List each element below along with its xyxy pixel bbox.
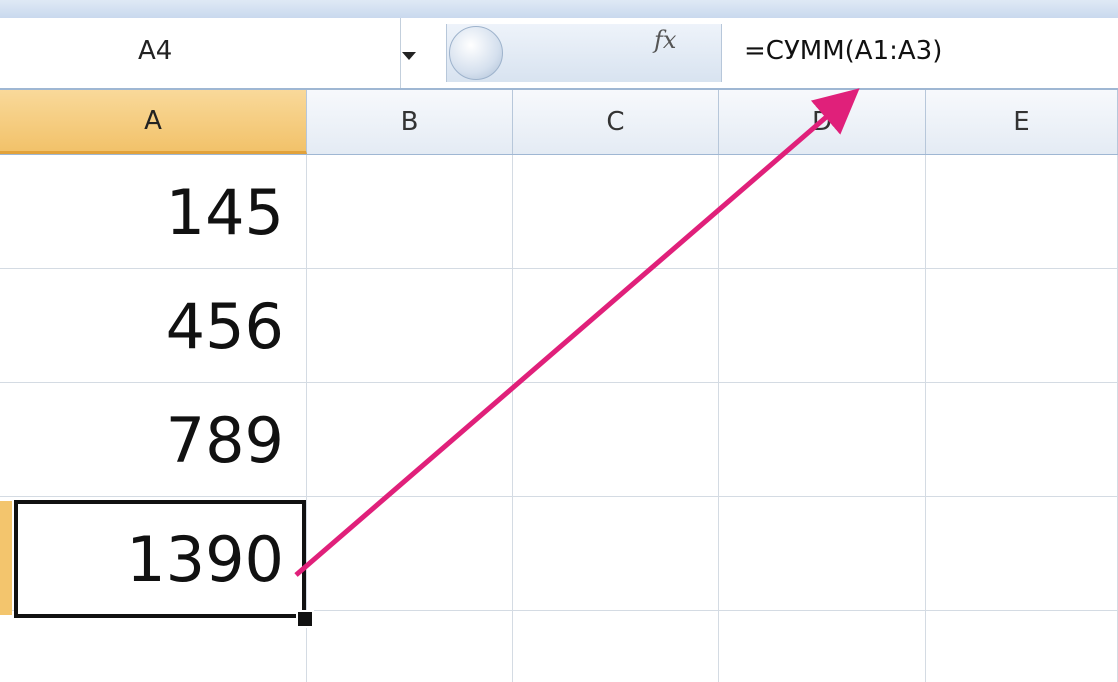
fill-handle[interactable] (296, 610, 314, 628)
column-header-d[interactable]: D (719, 90, 926, 154)
active-cell-a4[interactable]: 1390 (14, 500, 306, 618)
table-row: 456 (0, 269, 1118, 383)
name-box[interactable]: A4 (0, 18, 401, 88)
cell-a3[interactable]: 789 (0, 383, 307, 497)
cell-c3[interactable] (513, 383, 719, 497)
cell-b1[interactable] (307, 155, 513, 269)
cell-c4[interactable] (513, 497, 719, 611)
column-header-e[interactable]: E (926, 90, 1118, 154)
chevron-down-icon[interactable] (402, 52, 416, 60)
cell-e2[interactable] (926, 269, 1118, 383)
cell-b3[interactable] (307, 383, 513, 497)
formula-bar-splitter[interactable] (446, 24, 722, 82)
column-header-b[interactable]: B (307, 90, 513, 154)
column-header-c[interactable]: C (513, 90, 719, 154)
formula-bar: A4 fx =СУММ(A1:A3) (0, 18, 1118, 90)
cell-a2[interactable]: 456 (0, 269, 307, 383)
table-row (0, 611, 1118, 682)
cell-c1[interactable] (513, 155, 719, 269)
splitter-knob-icon[interactable] (449, 26, 503, 80)
cell-e5[interactable] (926, 611, 1118, 682)
cell-c5[interactable] (513, 611, 719, 682)
cell-e1[interactable] (926, 155, 1118, 269)
column-header-a[interactable]: A (0, 90, 307, 154)
cell-e3[interactable] (926, 383, 1118, 497)
cell-b4[interactable] (307, 497, 513, 611)
cell-a1[interactable]: 145 (0, 155, 307, 269)
table-row: 145 (0, 155, 1118, 269)
formula-input[interactable]: =СУММ(A1:A3) (744, 36, 942, 66)
cell-d4[interactable] (719, 497, 926, 611)
cell-b2[interactable] (307, 269, 513, 383)
name-box-value: A4 (138, 36, 173, 66)
row-selection-indicator (0, 501, 12, 615)
column-header-row: A B C D E (0, 90, 1118, 155)
ribbon-edge (0, 0, 1118, 19)
cell-a5[interactable] (0, 611, 307, 682)
cell-c2[interactable] (513, 269, 719, 383)
cell-d1[interactable] (719, 155, 926, 269)
sheet-grid: 145 456 789 1390 (0, 155, 1118, 682)
fx-icon[interactable]: fx (654, 26, 676, 54)
cell-d5[interactable] (719, 611, 926, 682)
table-row: 789 (0, 383, 1118, 497)
cell-b5[interactable] (307, 611, 513, 682)
cell-d2[interactable] (719, 269, 926, 383)
cell-d3[interactable] (719, 383, 926, 497)
cell-e4[interactable] (926, 497, 1118, 611)
